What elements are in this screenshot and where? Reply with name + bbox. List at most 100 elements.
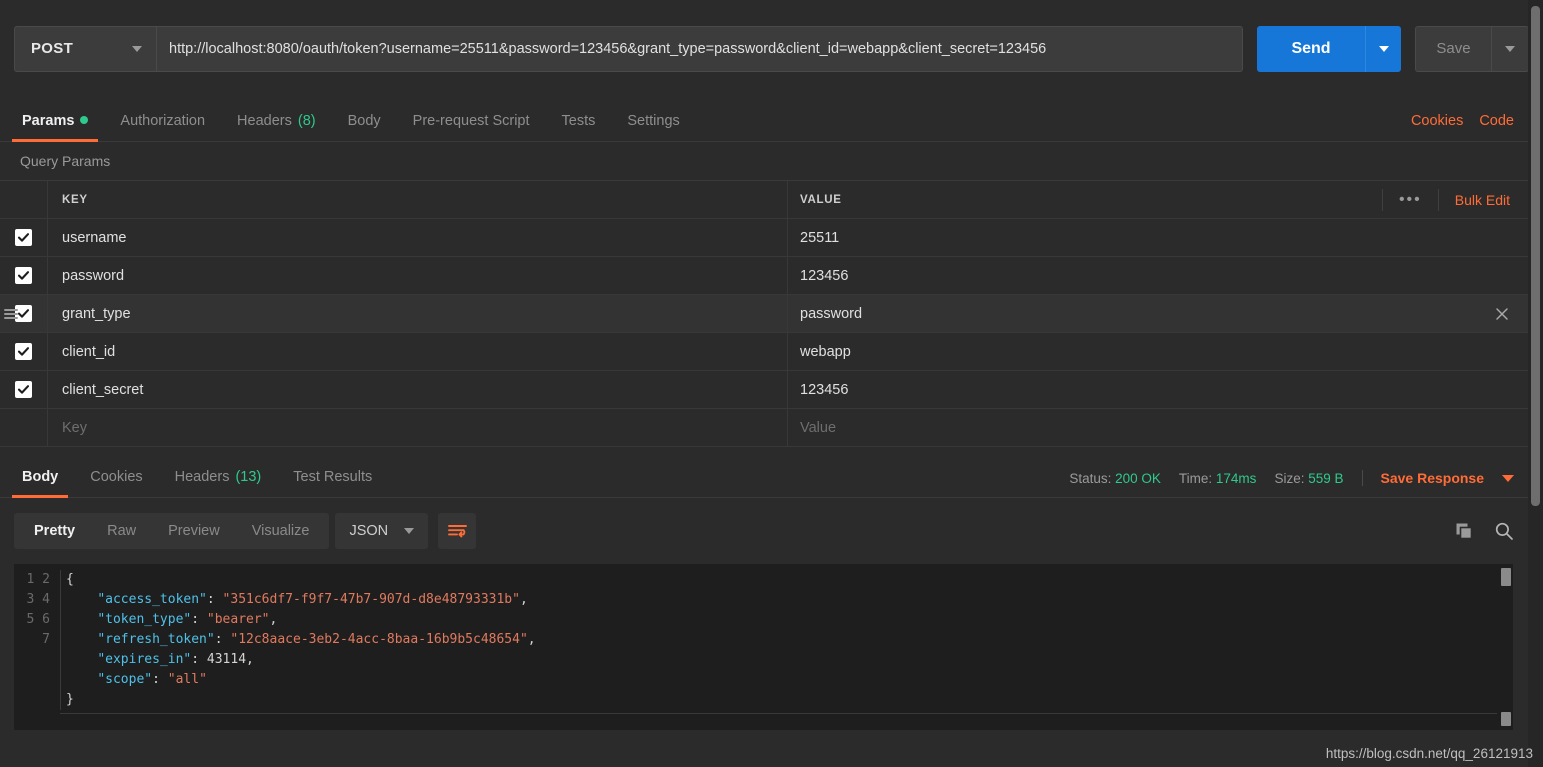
time-value: 174ms: [1215, 470, 1257, 486]
method-url-group: POST http://localhost:8080/oauth/token?u…: [14, 25, 1243, 72]
send-button[interactable]: Send: [1257, 25, 1365, 72]
tab-response-body[interactable]: Body: [6, 469, 74, 498]
tab-pre-request-script-label: Pre-request Script: [412, 113, 530, 129]
param-value-input[interactable]: 123456: [788, 371, 1528, 408]
tab-test-results[interactable]: Test Results: [277, 469, 388, 497]
search-icon[interactable]: [1494, 521, 1514, 541]
param-value-input[interactable]: 25511: [788, 219, 1528, 256]
new-param-value-input[interactable]: Value: [788, 409, 1528, 446]
response-view-switcher: Pretty Raw Preview Visualize: [14, 513, 330, 549]
table-row[interactable]: grant_type password: [0, 295, 1528, 333]
copy-icon[interactable]: [1455, 522, 1474, 541]
response-body-toolbar: Pretty Raw Preview Visualize JSON: [0, 498, 1528, 564]
row-enabled-checkbox[interactable]: [15, 381, 32, 398]
status-group: Status: 200 OK: [1069, 471, 1161, 486]
row-checkbox-cell: [0, 333, 48, 370]
tab-params[interactable]: Params: [6, 113, 104, 142]
tab-pre-request-script[interactable]: Pre-request Script: [397, 113, 546, 141]
view-preview-button[interactable]: Preview: [152, 517, 236, 545]
code-inner: 1 2 3 4 5 6 7 { "access_token": "351c6df…: [14, 564, 1513, 710]
param-value-input[interactable]: password: [788, 295, 1528, 332]
response-body-code-editor[interactable]: 1 2 3 4 5 6 7 { "access_token": "351c6df…: [14, 564, 1513, 730]
param-key-input[interactable]: password: [48, 257, 788, 294]
table-row[interactable]: username 25511: [0, 219, 1528, 257]
tab-authorization[interactable]: Authorization: [104, 113, 221, 141]
view-raw-button[interactable]: Raw: [91, 517, 152, 545]
param-key-input[interactable]: username: [48, 219, 788, 256]
param-value-input[interactable]: webapp: [788, 333, 1528, 370]
chevron-down-icon[interactable]: [1502, 474, 1514, 482]
request-tab-bar: Params Authorization Headers (8) Body Pr…: [0, 97, 1528, 142]
tab-test-results-label: Test Results: [293, 469, 373, 485]
table-row[interactable]: client_id webapp: [0, 333, 1528, 371]
request-tab-bar-actions: Cookies Code: [1411, 113, 1528, 141]
tab-response-headers-count: (13): [235, 469, 262, 485]
tab-settings-label: Settings: [627, 113, 680, 129]
save-button-group: Save: [1415, 25, 1529, 72]
size-value: 559 B: [1308, 470, 1344, 486]
code-link[interactable]: Code: [1479, 113, 1514, 129]
tab-response-body-label: Body: [22, 469, 59, 485]
params-modified-dot-icon: [80, 116, 89, 124]
row-enabled-checkbox[interactable]: [15, 343, 32, 360]
tab-response-cookies-label: Cookies: [90, 469, 143, 485]
new-param-key-input[interactable]: Key: [48, 409, 788, 446]
param-key-input[interactable]: client_id: [48, 333, 788, 370]
response-format-label: JSON: [349, 523, 389, 539]
tab-params-label: Params: [22, 113, 75, 129]
tab-body[interactable]: Body: [332, 113, 397, 141]
more-options-icon[interactable]: •••: [1381, 189, 1438, 211]
code-horizontal-scrollbar-thumb[interactable]: [1501, 712, 1511, 726]
size-label: Size:: [1274, 470, 1305, 486]
word-wrap-toggle[interactable]: [438, 513, 477, 549]
tab-settings[interactable]: Settings: [611, 113, 695, 141]
row-enabled-checkbox[interactable]: [15, 229, 32, 246]
postman-window: POST http://localhost:8080/oauth/token?u…: [0, 0, 1543, 767]
tab-headers-label: Headers: [237, 113, 292, 129]
row-enabled-checkbox[interactable]: [15, 267, 32, 284]
table-header-row: KEY VALUE ••• Bulk Edit: [0, 181, 1528, 219]
bulk-edit-button[interactable]: Bulk Edit: [1437, 189, 1528, 211]
line-numbers: 1 2 3 4 5 6 7: [26, 572, 50, 647]
page-scrollbar-thumb[interactable]: [1531, 6, 1540, 506]
param-value-input[interactable]: 123456: [788, 257, 1528, 294]
save-response-button[interactable]: Save Response: [1381, 470, 1485, 486]
save-options-button[interactable]: [1491, 25, 1529, 72]
delete-row-icon[interactable]: [1494, 306, 1510, 322]
cookies-link[interactable]: Cookies: [1411, 113, 1463, 129]
view-pretty-button[interactable]: Pretty: [18, 517, 91, 545]
divider: [60, 713, 1497, 714]
send-button-group: Send: [1257, 25, 1401, 72]
tab-headers[interactable]: Headers (8): [221, 113, 332, 141]
chevron-down-icon: [132, 45, 142, 52]
header-checkbox-cell: [0, 181, 48, 218]
request-url-input[interactable]: http://localhost:8080/oauth/token?userna…: [156, 25, 1243, 72]
response-tab-bar: Body Cookies Headers (13) Test Results S…: [0, 456, 1528, 498]
tab-response-headers[interactable]: Headers (13): [159, 469, 278, 497]
query-params-section-title: Query Params: [0, 142, 1528, 180]
table-row-empty[interactable]: Key Value: [0, 409, 1528, 447]
table-row[interactable]: password 123456: [0, 257, 1528, 295]
param-key-input[interactable]: client_secret: [48, 371, 788, 408]
tab-tests[interactable]: Tests: [546, 113, 612, 141]
response-format-select[interactable]: JSON: [335, 513, 429, 549]
time-group: Time: 174ms: [1179, 471, 1257, 486]
view-visualize-button[interactable]: Visualize: [236, 517, 326, 545]
send-options-button[interactable]: [1365, 25, 1401, 72]
word-wrap-icon: [447, 524, 467, 537]
drag-handle-icon[interactable]: [4, 308, 18, 319]
code-vertical-scrollbar-thumb[interactable]: [1501, 568, 1511, 586]
tab-response-cookies[interactable]: Cookies: [74, 469, 158, 497]
param-key-input[interactable]: grant_type: [48, 295, 788, 332]
table-row[interactable]: client_secret 123456: [0, 371, 1528, 409]
line-number-gutter: 1 2 3 4 5 6 7: [14, 570, 60, 710]
code-content: { "access_token": "351c6df7-f9f7-47b7-90…: [60, 570, 1513, 710]
column-header-key: KEY: [48, 181, 788, 218]
http-method-label: POST: [31, 40, 74, 57]
table-header-actions: ••• Bulk Edit: [1381, 181, 1528, 219]
divider: [1361, 470, 1363, 486]
save-button[interactable]: Save: [1415, 25, 1491, 72]
page-scrollbar-track[interactable]: [1528, 0, 1543, 767]
http-method-select[interactable]: POST: [14, 25, 156, 72]
request-url-text: http://localhost:8080/oauth/token?userna…: [169, 40, 1047, 57]
